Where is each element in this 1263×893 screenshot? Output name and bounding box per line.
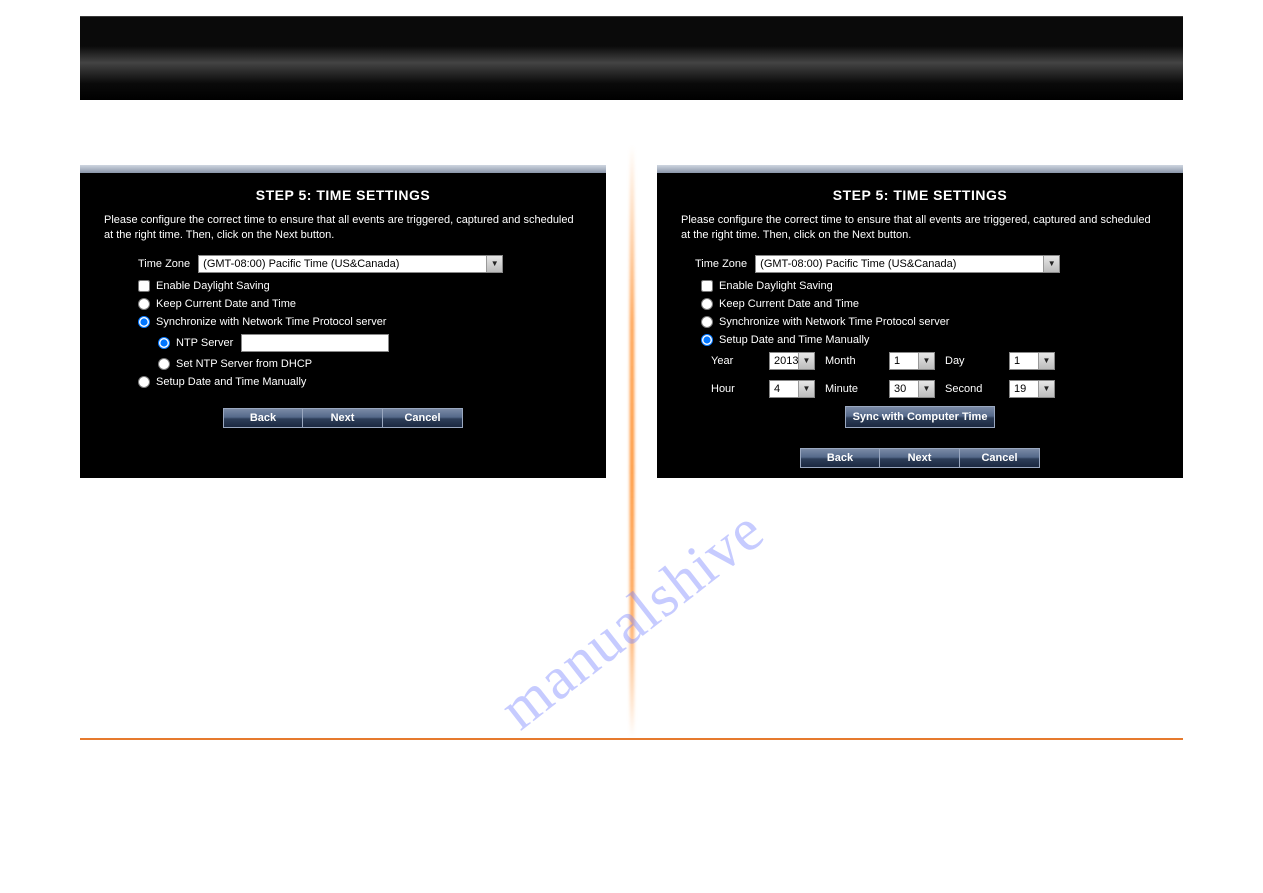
panel-right: STEP 5: TIME SETTINGS Please configure t… <box>657 165 1183 478</box>
timezone-label: Time Zone <box>695 258 747 270</box>
next-button[interactable]: Next <box>303 408 383 428</box>
hour-select[interactable]: 4▼ <box>769 380 815 398</box>
daylight-checkbox[interactable] <box>138 280 150 292</box>
ntp-server-input[interactable] <box>241 334 389 352</box>
hour-label: Hour <box>711 383 761 395</box>
second-label: Second <box>945 383 1001 395</box>
dropdown-arrow-icon: ▼ <box>486 256 502 272</box>
manual-radio[interactable] <box>138 376 150 388</box>
dropdown-arrow-icon: ▼ <box>918 381 934 397</box>
manual-radio[interactable] <box>701 334 713 346</box>
next-button[interactable]: Next <box>880 448 960 468</box>
datetime-grid: Year 2013▼ Month 1▼ Day 1▼ Hour 4▼ Minut… <box>711 352 1159 398</box>
sync-radio[interactable] <box>701 316 713 328</box>
sync-radio[interactable] <box>138 316 150 328</box>
dropdown-arrow-icon: ▼ <box>1038 381 1054 397</box>
cancel-button[interactable]: Cancel <box>960 448 1040 468</box>
dhcp-radio[interactable] <box>158 358 170 370</box>
sync-label: Synchronize with Network Time Protocol s… <box>156 316 386 328</box>
manual-label: Setup Date and Time Manually <box>719 334 869 346</box>
sync-computer-button[interactable]: Sync with Computer Time <box>845 406 995 428</box>
month-label: Month <box>825 355 881 367</box>
daylight-label: Enable Daylight Saving <box>719 280 833 292</box>
year-select[interactable]: 2013▼ <box>769 352 815 370</box>
manual-label: Setup Date and Time Manually <box>156 376 306 388</box>
panel-title-bar <box>80 165 606 173</box>
page-spine <box>630 145 634 738</box>
day-select[interactable]: 1▼ <box>1009 352 1055 370</box>
dropdown-arrow-icon: ▼ <box>1038 353 1054 369</box>
month-select[interactable]: 1▼ <box>889 352 935 370</box>
timezone-select[interactable]: (GMT-08:00) Pacific Time (US&Canada) ▼ <box>198 255 503 273</box>
minute-select[interactable]: 30▼ <box>889 380 935 398</box>
timezone-label: Time Zone <box>138 258 190 270</box>
sync-label: Synchronize with Network Time Protocol s… <box>719 316 949 328</box>
ntp-server-radio[interactable] <box>158 337 170 349</box>
keep-label: Keep Current Date and Time <box>156 298 296 310</box>
button-bar: Back Next Cancel <box>104 408 582 428</box>
keep-label: Keep Current Date and Time <box>719 298 859 310</box>
second-select[interactable]: 19▼ <box>1009 380 1055 398</box>
cancel-button[interactable]: Cancel <box>383 408 463 428</box>
panel-title-bar <box>657 165 1183 173</box>
day-label: Day <box>945 355 1001 367</box>
panel-left-desc: Please configure the correct time to ens… <box>104 213 582 243</box>
keep-radio[interactable] <box>701 298 713 310</box>
panel-left: STEP 5: TIME SETTINGS Please configure t… <box>80 165 606 478</box>
minute-label: Minute <box>825 383 881 395</box>
daylight-label: Enable Daylight Saving <box>156 280 270 292</box>
footer-rule <box>80 738 1183 740</box>
year-label: Year <box>711 355 761 367</box>
keep-radio[interactable] <box>138 298 150 310</box>
dropdown-arrow-icon: ▼ <box>798 381 814 397</box>
dropdown-arrow-icon: ▼ <box>918 353 934 369</box>
panel-right-desc: Please configure the correct time to ens… <box>681 213 1159 243</box>
content-row: STEP 5: TIME SETTINGS Please configure t… <box>80 165 1183 478</box>
panel-left-title: STEP 5: TIME SETTINGS <box>104 187 582 203</box>
button-bar: Back Next Cancel <box>681 448 1159 468</box>
page-header-banner <box>80 16 1183 100</box>
dhcp-label: Set NTP Server from DHCP <box>176 358 312 370</box>
timezone-select[interactable]: (GMT-08:00) Pacific Time (US&Canada) ▼ <box>755 255 1060 273</box>
dropdown-arrow-icon: ▼ <box>798 353 814 369</box>
panel-right-title: STEP 5: TIME SETTINGS <box>681 187 1159 203</box>
daylight-checkbox[interactable] <box>701 280 713 292</box>
dropdown-arrow-icon: ▼ <box>1043 256 1059 272</box>
back-button[interactable]: Back <box>800 448 880 468</box>
ntp-label: NTP Server <box>176 337 233 349</box>
back-button[interactable]: Back <box>223 408 303 428</box>
